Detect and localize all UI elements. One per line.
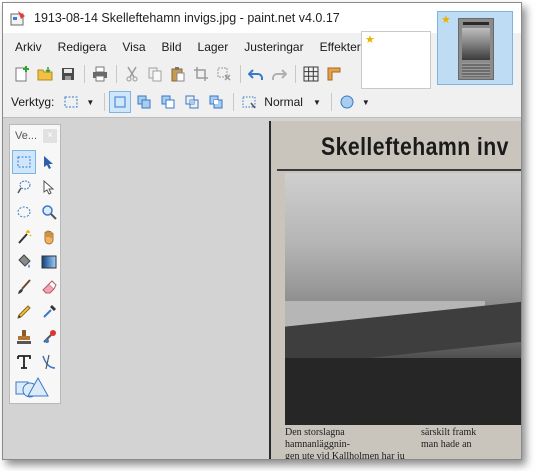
image-tab-untitled[interactable]: ★ bbox=[361, 31, 431, 89]
recolor-tool[interactable] bbox=[37, 325, 61, 349]
color-picker-tool[interactable] bbox=[37, 300, 61, 324]
move-selection-tool[interactable] bbox=[37, 150, 61, 174]
image-canvas[interactable]: Skelleftehamn inv Den storslagna hamnanl… bbox=[269, 121, 521, 460]
selection-mode-union[interactable] bbox=[133, 91, 155, 113]
line-curve-tool[interactable] bbox=[37, 350, 61, 374]
tool-picker-dropdown[interactable] bbox=[60, 91, 82, 113]
shapes-tool[interactable] bbox=[12, 375, 52, 399]
menu-visa[interactable]: Visa bbox=[114, 35, 153, 59]
chevron-down-icon[interactable]: ▼ bbox=[313, 98, 321, 107]
tools-panel-title: Ve... bbox=[15, 130, 38, 142]
redo-icon[interactable] bbox=[268, 63, 290, 85]
new-icon[interactable] bbox=[11, 63, 33, 85]
body-line: man hade an bbox=[421, 439, 472, 450]
selection-mode-xor[interactable] bbox=[205, 91, 227, 113]
pan-tool[interactable] bbox=[37, 225, 61, 249]
menu-bild[interactable]: Bild bbox=[154, 35, 190, 59]
paintbrush-tool[interactable] bbox=[12, 275, 36, 299]
zoom-tool[interactable] bbox=[37, 200, 61, 224]
tool-label: Verktyg: bbox=[11, 95, 55, 109]
antialias-icon[interactable] bbox=[238, 91, 260, 113]
ellipse-select-tool[interactable] bbox=[12, 200, 36, 224]
print-icon[interactable] bbox=[89, 63, 111, 85]
crop-icon[interactable] bbox=[190, 63, 212, 85]
body-line: särskilt framk bbox=[421, 427, 477, 438]
chevron-down-icon[interactable]: ▼ bbox=[86, 98, 94, 107]
tool-options-bar: Verktyg: ▼ Normal ▼ ▼ bbox=[11, 90, 376, 114]
gradient-tool[interactable] bbox=[37, 250, 61, 274]
body-line: Den storslagna hamnanläggnin- bbox=[285, 427, 350, 450]
move-selected-tool[interactable] bbox=[37, 175, 61, 199]
magic-wand-tool[interactable] bbox=[12, 225, 36, 249]
selection-mode-replace[interactable] bbox=[109, 91, 132, 113]
menu-redigera[interactable]: Redigera bbox=[50, 35, 115, 59]
menu-arkiv[interactable]: Arkiv bbox=[3, 35, 50, 59]
paintnet-window: 1913-08-14 Skelleftehamn invigs.jpg - pa… bbox=[2, 2, 522, 460]
body-line: gen ute vid Kallholmen har ju bbox=[285, 451, 405, 460]
tools-panel: Ve... × bbox=[9, 124, 61, 404]
window-title: 1913-08-14 Skelleftehamn invigs.jpg - pa… bbox=[34, 11, 340, 25]
copy-icon[interactable] bbox=[144, 63, 166, 85]
text-tool[interactable] bbox=[12, 350, 36, 374]
main-toolbar bbox=[11, 62, 346, 86]
selection-mode-intersect[interactable] bbox=[181, 91, 203, 113]
cut-icon[interactable] bbox=[121, 63, 143, 85]
newspaper-headline: Skelleftehamn inv bbox=[321, 133, 509, 161]
image-tabs: ★ ★ bbox=[361, 9, 519, 89]
pencil-tool[interactable] bbox=[12, 300, 36, 324]
save-icon[interactable] bbox=[57, 63, 79, 85]
chevron-down-icon[interactable]: ▼ bbox=[362, 98, 370, 107]
grid-icon[interactable] bbox=[300, 63, 322, 85]
blend-mode-value[interactable]: Normal bbox=[264, 95, 303, 109]
paintnet-app-icon bbox=[10, 10, 26, 26]
menu-effekter[interactable]: Effekter bbox=[312, 35, 369, 59]
image-thumbnail bbox=[458, 18, 494, 80]
rectangle-select-tool[interactable] bbox=[12, 150, 36, 174]
close-icon[interactable]: × bbox=[43, 129, 57, 143]
menu-lager[interactable]: Lager bbox=[190, 35, 237, 59]
menu-justeringar[interactable]: Justeringar bbox=[236, 35, 311, 59]
paint-bucket-tool[interactable] bbox=[12, 250, 36, 274]
selection-mode-exclude[interactable] bbox=[157, 91, 179, 113]
workspace: Ve... × Skelleftehamn inv Den storslagna… bbox=[3, 117, 521, 460]
star-icon: ★ bbox=[441, 14, 451, 26]
paste-icon[interactable] bbox=[167, 63, 189, 85]
image-tab-active[interactable]: ★ bbox=[437, 11, 513, 85]
antialiasing-icon[interactable] bbox=[336, 91, 358, 113]
menu-bar: Arkiv Redigera Visa Bild Lager Justering… bbox=[3, 35, 369, 59]
eraser-tool[interactable] bbox=[37, 275, 61, 299]
clone-stamp-tool[interactable] bbox=[12, 325, 36, 349]
ruler-icon[interactable] bbox=[323, 63, 345, 85]
open-icon[interactable] bbox=[34, 63, 56, 85]
lasso-select-tool[interactable] bbox=[12, 175, 36, 199]
deselect-icon[interactable] bbox=[213, 63, 235, 85]
newspaper-photo bbox=[285, 173, 521, 425]
undo-icon[interactable] bbox=[245, 63, 267, 85]
